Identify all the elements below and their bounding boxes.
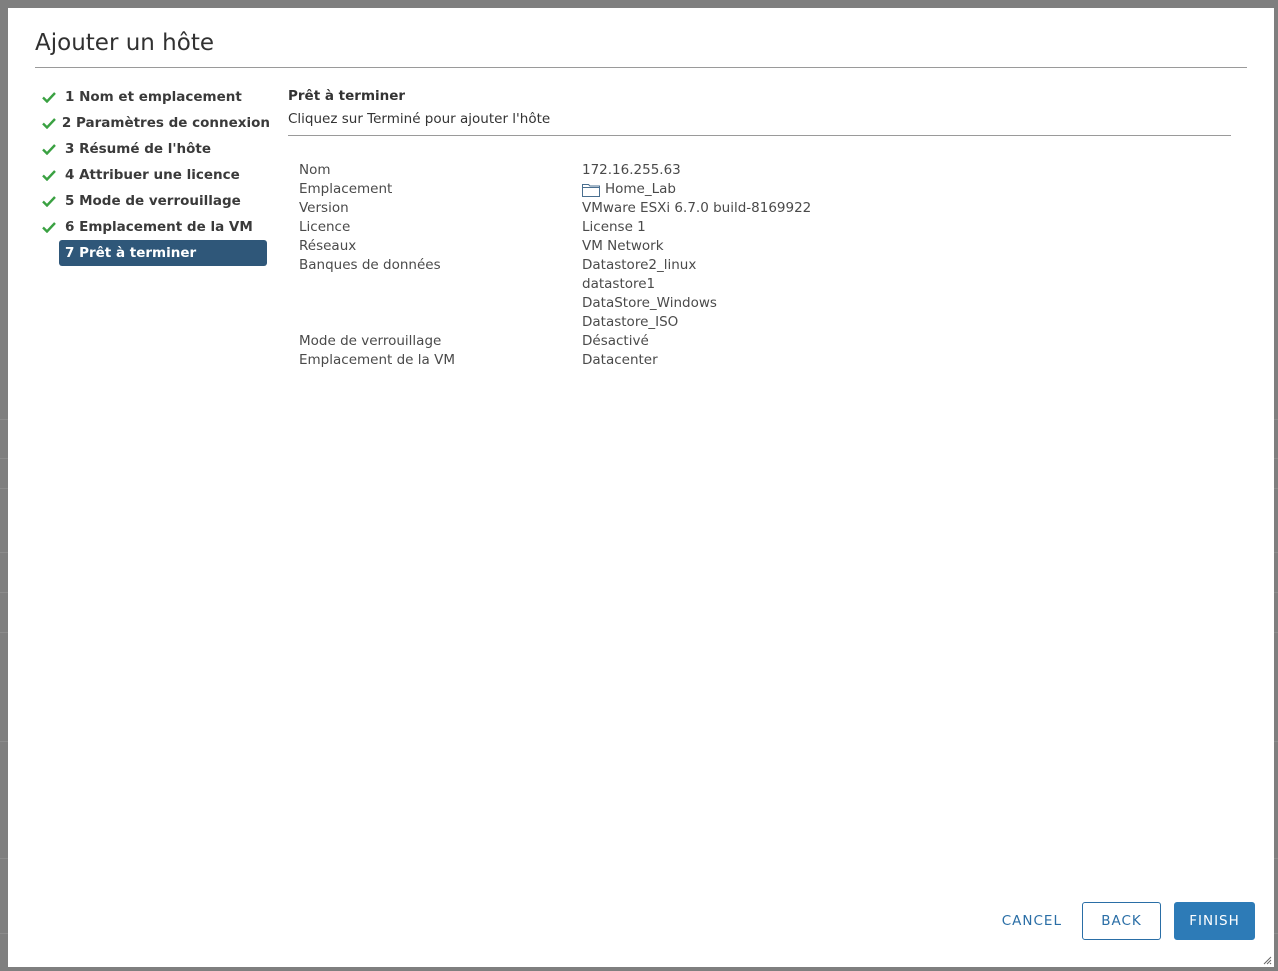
step-3[interactable]: 3 Résumé de l'hôte: [40, 136, 270, 162]
cancel-button[interactable]: CANCEL: [990, 902, 1074, 940]
step-4[interactable]: 4 Attribuer une licence: [40, 162, 270, 188]
folder-icon: [582, 183, 600, 197]
wizard-steps: 1 Nom et emplacement 2 Paramètres de con…: [40, 84, 270, 266]
dialog-footer: CANCEL BACK FINISH: [990, 902, 1255, 940]
summary-table: Nom 172.16.255.63 Emplacement Home_Lab V…: [299, 161, 811, 370]
section-heading: Prêt à terminer: [288, 88, 406, 104]
summary-key: Nom: [299, 162, 331, 178]
summary-row-licence: Licence License 1: [299, 218, 811, 237]
datastore-item: Datastore2_linux: [582, 257, 697, 273]
check-icon: [42, 143, 62, 155]
summary-value: 172.16.255.63: [582, 162, 681, 178]
check-icon: [42, 195, 62, 207]
datastore-item: datastore1: [582, 276, 656, 292]
finish-button[interactable]: FINISH: [1174, 902, 1255, 940]
check-icon: [42, 169, 62, 181]
summary-row-reseaux: Réseaux VM Network: [299, 237, 811, 256]
summary-key: Emplacement: [299, 181, 393, 197]
summary-key: Mode de verrouillage: [299, 333, 442, 349]
summary-key: Version: [299, 200, 349, 216]
summary-value-location: Home_Lab: [582, 180, 676, 199]
add-host-dialog: Ajouter un hôte 1 Nom et emplacement 2 P…: [8, 8, 1274, 967]
step-label: 3 Résumé de l'hôte: [65, 141, 211, 157]
step-1[interactable]: 1 Nom et emplacement: [40, 84, 270, 110]
title-divider: [35, 67, 1247, 68]
step-label: 1 Nom et emplacement: [65, 89, 242, 105]
check-icon: [42, 117, 59, 129]
step-label: 6 Emplacement de la VM: [65, 219, 253, 235]
summary-key: Réseaux: [299, 238, 357, 254]
step-7-active[interactable]: 7 Prêt à terminer: [59, 240, 267, 266]
step-6[interactable]: 6 Emplacement de la VM: [40, 214, 270, 240]
step-5[interactable]: 5 Mode de verrouillage: [40, 188, 270, 214]
section-subtitle: Cliquez sur Terminé pour ajouter l'hôte: [288, 111, 551, 127]
datastore-item: DataStore_Windows: [582, 295, 717, 311]
summary-key: Emplacement de la VM: [299, 352, 455, 368]
content-panel: Prêt à terminer Cliquez sur Terminé pour…: [288, 88, 1231, 136]
step-label: 4 Attribuer une licence: [65, 167, 240, 183]
summary-value: Home_Lab: [605, 181, 676, 197]
summary-row-banques: Banques de données Datastore2_linux data…: [299, 256, 811, 332]
datastore-item: Datastore_ISO: [582, 314, 679, 330]
summary-value: Datacenter: [582, 352, 658, 368]
check-icon: [42, 91, 62, 103]
dialog-title: Ajouter un hôte: [35, 30, 214, 56]
summary-key: Banques de données: [299, 257, 441, 273]
back-button[interactable]: BACK: [1082, 902, 1161, 940]
summary-row-vm-location: Emplacement de la VM Datacenter: [299, 351, 811, 370]
resize-handle-icon[interactable]: [1262, 955, 1272, 965]
summary-row-emplacement: Emplacement Home_Lab: [299, 180, 811, 199]
step-label: 2 Paramètres de connexion: [61, 115, 270, 131]
summary-row-nom: Nom 172.16.255.63: [299, 161, 811, 180]
summary-value: License 1: [582, 219, 646, 235]
step-label: 7 Prêt à terminer: [65, 245, 197, 261]
section-divider: [288, 135, 1231, 136]
summary-row-mode: Mode de verrouillage Désactivé: [299, 332, 811, 351]
summary-key: Licence: [299, 219, 351, 235]
step-label: 5 Mode de verrouillage: [65, 193, 241, 209]
summary-value: VM Network: [582, 238, 664, 254]
check-icon: [42, 221, 62, 233]
summary-value: Désactivé: [582, 333, 649, 349]
summary-row-version: Version VMware ESXi 6.7.0 build-8169922: [299, 199, 811, 218]
step-2[interactable]: 2 Paramètres de connexion: [40, 110, 270, 136]
summary-value: VMware ESXi 6.7.0 build-8169922: [582, 200, 812, 216]
